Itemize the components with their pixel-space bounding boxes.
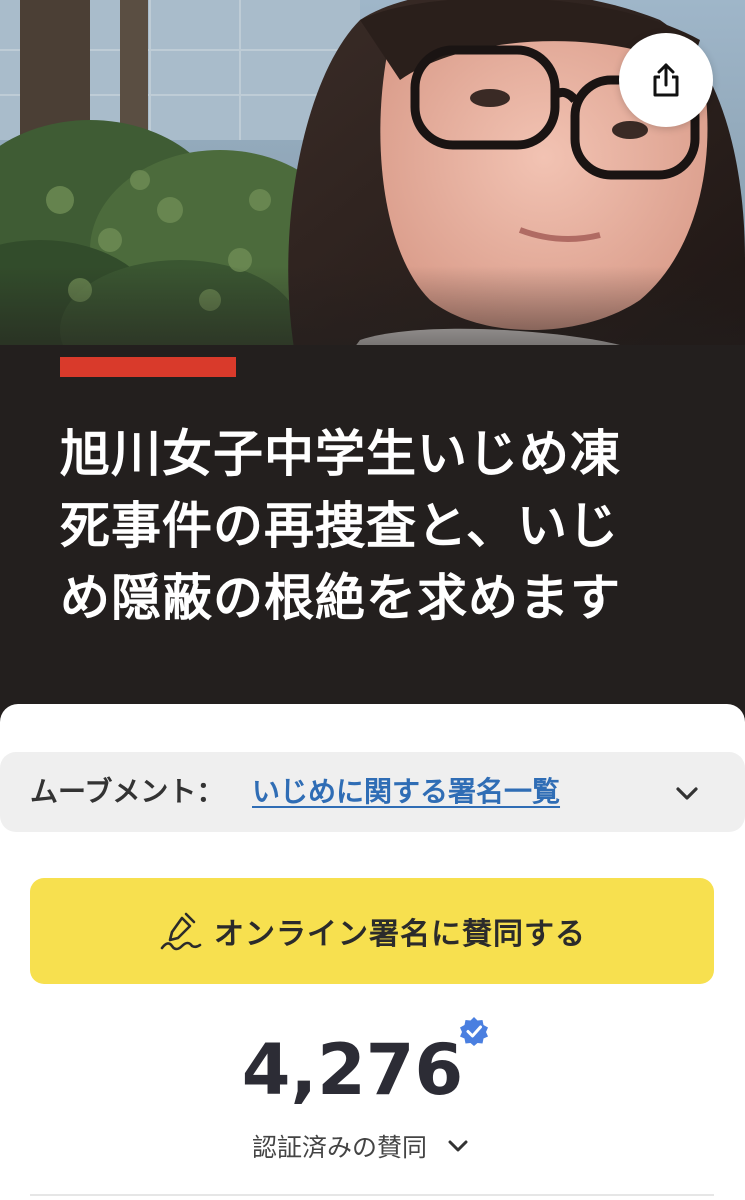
petition-title: 旭川女子中学生いじめ凍 死事件の再捜査と、いじ め隠蔽の根絶を求めます [60,418,690,634]
movement-selector[interactable]: ムーブメント： いじめに関する署名一覧 [0,752,745,832]
share-icon [653,63,679,97]
signature-pen-icon [160,912,202,951]
verified-badge-icon [460,1017,488,1046]
accent-bar [60,357,236,377]
petition-title-line-2: 死事件の再捜査と、いじ [60,497,619,555]
chevron-down-icon [448,1140,468,1152]
movement-link[interactable]: いじめに関する署名一覧 [252,752,560,832]
movement-label: ムーブメント： [30,775,225,808]
petition-page: 旭川女子中学生いじめ凍 死事件の再捜査と、いじ め隠蔽の根絶を求めます ムーブメ… [0,0,745,1200]
signature-count: 4,276 [241,1029,464,1111]
share-button[interactable] [619,33,713,127]
sign-button-label: オンライン署名に賛同する [214,917,586,952]
divider [30,1194,714,1196]
chevron-down-icon[interactable] [672,778,702,808]
petition-title-line-1: 旭川女子中学生いじめ凍 [60,425,621,483]
verified-supporters-label: 認証済みの賛同 [252,1133,428,1162]
verified-supporters-toggle[interactable]: 認証済みの賛同 [252,1124,471,1168]
sign-petition-button[interactable]: オンライン署名に賛同する [30,878,714,984]
petition-title-line-3: め隠蔽の根絶を求めます [60,569,621,627]
